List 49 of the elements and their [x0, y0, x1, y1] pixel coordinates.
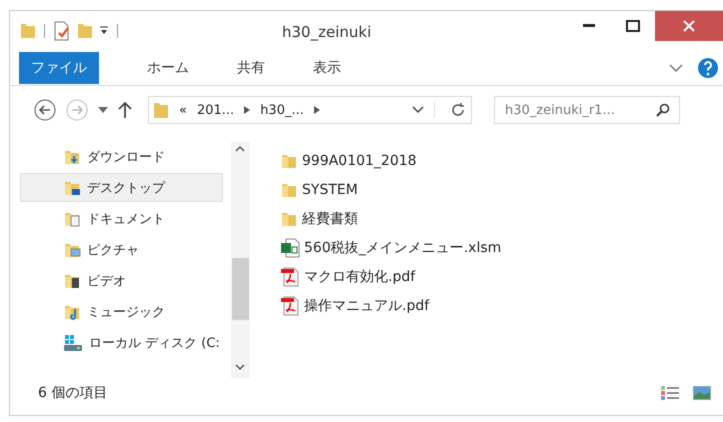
back-button[interactable]: [34, 99, 56, 121]
sidebar-item[interactable]: ドキュメント: [20, 204, 223, 233]
chevron-icon: [244, 106, 250, 114]
expand-ribbon-icon[interactable]: [669, 63, 683, 73]
minimize-icon: [583, 24, 595, 28]
file-item[interactable]: 経費書類: [280, 204, 723, 233]
file-item[interactable]: 操作マニュアル.pdf: [280, 291, 723, 320]
sidebar-item[interactable]: ミュージック: [20, 297, 223, 326]
spreadsheet-icon: [280, 238, 300, 258]
ribbon-tab[interactable]: ファイル: [19, 52, 99, 84]
sidebar-item[interactable]: ビデオ: [20, 266, 223, 295]
sidebar-item[interactable]: ダウンロード: [20, 142, 223, 171]
chevron-icon: [314, 106, 320, 114]
scroll-thumb[interactable]: [232, 258, 249, 320]
up-arrow-icon[interactable]: [118, 101, 132, 119]
file-item[interactable]: SYSTEM: [280, 175, 723, 204]
drive-icon: [63, 334, 83, 352]
help-icon[interactable]: [697, 57, 719, 79]
item-count: 6 個の項目: [38, 384, 108, 402]
address-bar[interactable]: « 201... h30_...: [148, 96, 472, 124]
folder-icon: [20, 22, 36, 40]
breadcrumb-segment[interactable]: h30_...: [260, 102, 304, 118]
close-icon: [683, 20, 695, 32]
details-view-icon[interactable]: [661, 386, 679, 400]
file-item[interactable]: 999A0101_2018: [280, 146, 723, 175]
window-title: h30_zeinuki: [282, 23, 372, 41]
sidebar-item[interactable]: デスクトップ: [20, 173, 223, 202]
file-item[interactable]: マクロ有効化.pdf: [280, 262, 723, 291]
breadcrumb-segment[interactable]: 201...: [196, 102, 234, 118]
ribbon-tab[interactable]: ホーム: [147, 52, 189, 84]
breadcrumb-segment[interactable]: «: [179, 102, 187, 118]
ribbon-tab[interactable]: 表示: [313, 52, 341, 84]
ribbon-tab[interactable]: 共有: [237, 52, 265, 84]
search-field[interactable]: h30_zeinuki_r1...: [494, 96, 680, 124]
customize-caret-icon[interactable]: [99, 26, 109, 36]
properties-icon[interactable]: [53, 21, 71, 41]
close-button[interactable]: [655, 11, 723, 41]
scrollbar[interactable]: [230, 142, 250, 378]
sidebar-item[interactable]: ピクチャ: [20, 235, 223, 264]
pdf-icon: [280, 296, 300, 316]
refresh-icon[interactable]: [434, 102, 465, 118]
file-item[interactable]: 560税抜_メインメニュー.xlsm: [280, 233, 723, 262]
dropdown-caret-icon[interactable]: [412, 106, 424, 114]
search-icon[interactable]: [656, 103, 670, 117]
sidebar-item[interactable]: ローカル ディスク (C:: [20, 328, 223, 357]
recent-caret-icon[interactable]: [98, 107, 108, 113]
folder-icon: [153, 100, 169, 120]
maximize-icon: [626, 20, 640, 32]
pdf-icon: [280, 266, 300, 286]
